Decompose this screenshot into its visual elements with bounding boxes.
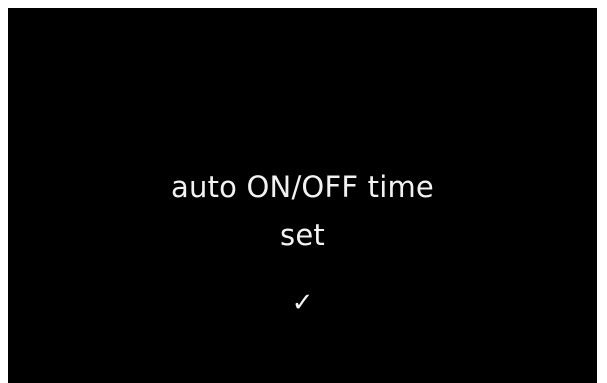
- message-line-2: set: [280, 218, 325, 252]
- confirmation-screen: auto ON/OFF time set ✓: [8, 8, 597, 383]
- checkmark-icon: ✓: [291, 288, 314, 318]
- confirmation-message: auto ON/OFF time set: [8, 163, 597, 259]
- message-line-1: auto ON/OFF time: [171, 170, 434, 204]
